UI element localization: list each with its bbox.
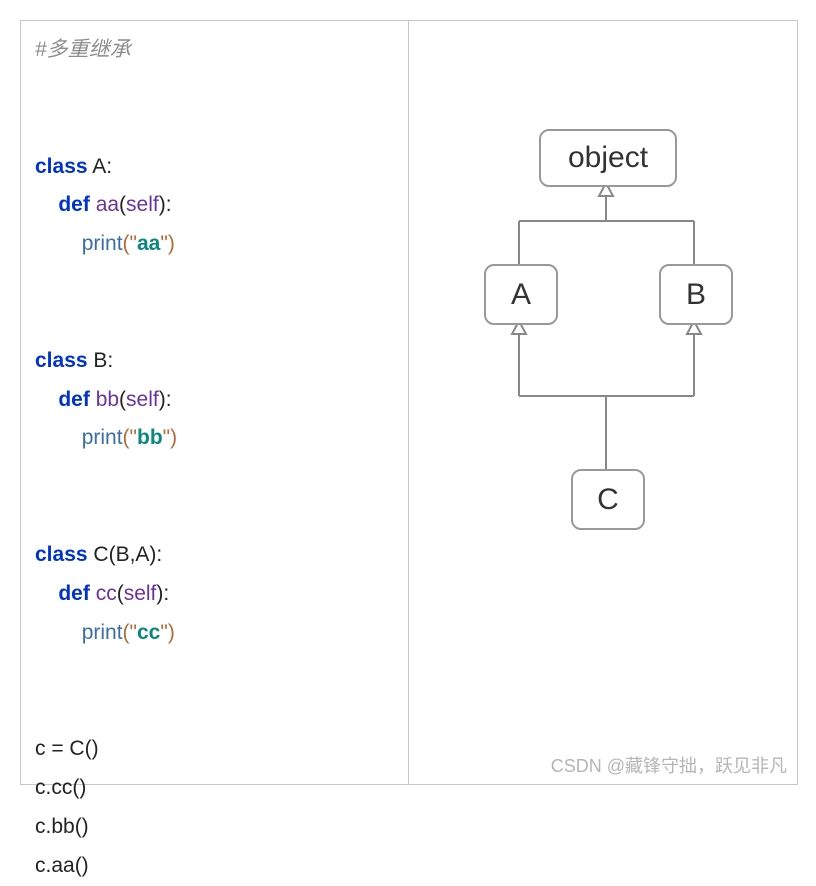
colon-cc: : [163,582,169,605]
self-cc: self [124,582,157,605]
kw-def-aa: def [58,193,90,216]
paren-bb-open: ( [119,388,126,411]
code-call-aa: c.aa() [35,854,89,877]
fn-bb: bb [96,388,119,411]
diagram-node-a: A [484,264,558,325]
colon-bb: : [166,388,172,411]
print-cc-open: (" [123,621,137,644]
code-instantiate: c = C() [35,737,99,760]
paren-aa-close: ) [159,193,166,216]
str-cc: cc [137,621,160,644]
kw-class-b: class [35,349,88,372]
colon-c: : [156,543,162,566]
print-bb-open: (" [123,426,137,449]
kw-def-cc: def [58,582,90,605]
print-aa-close: ") [160,232,174,255]
fn-cc: cc [96,582,117,605]
diagram-panel: object A B C [409,21,797,784]
self-bb: self [126,388,159,411]
paren-bb-close: ) [159,388,166,411]
kw-class-c: class [35,543,88,566]
colon-aa: : [166,193,172,216]
code-panel: #多重继承 class A: def aa(self): print("aa")… [21,21,409,784]
code-call-bb: c.bb() [35,815,89,838]
str-aa: aa [137,232,160,255]
class-a-name: A [92,155,106,178]
code-block: #多重继承 class A: def aa(self): print("aa")… [35,31,394,886]
class-c-bases: (B,A) [109,543,157,566]
str-bb: bb [137,426,163,449]
paren-aa-open: ( [119,193,126,216]
kw-def-bb: def [58,388,90,411]
code-comment: #多重继承 [35,38,131,61]
fn-aa: aa [96,193,119,216]
print-bb: print [82,426,123,449]
print-bb-close: ") [163,426,177,449]
diagram-node-c: C [571,469,645,530]
kw-class-a: class [35,155,88,178]
paren-cc-open: ( [117,582,124,605]
diagram-node-b: B [659,264,733,325]
class-b-name: B [93,349,107,372]
document-frame: #多重继承 class A: def aa(self): print("aa")… [20,20,798,785]
print-aa: print [82,232,123,255]
code-call-cc: c.cc() [35,776,86,799]
self-aa: self [126,193,159,216]
colon-b: : [107,349,113,372]
colon-a: : [106,155,112,178]
diagram-node-object: object [539,129,677,187]
print-cc: print [82,621,123,644]
inheritance-diagram: object A B C [409,21,797,784]
print-aa-open: (" [123,232,137,255]
class-c-name: C [93,543,108,566]
print-cc-close: ") [160,621,174,644]
